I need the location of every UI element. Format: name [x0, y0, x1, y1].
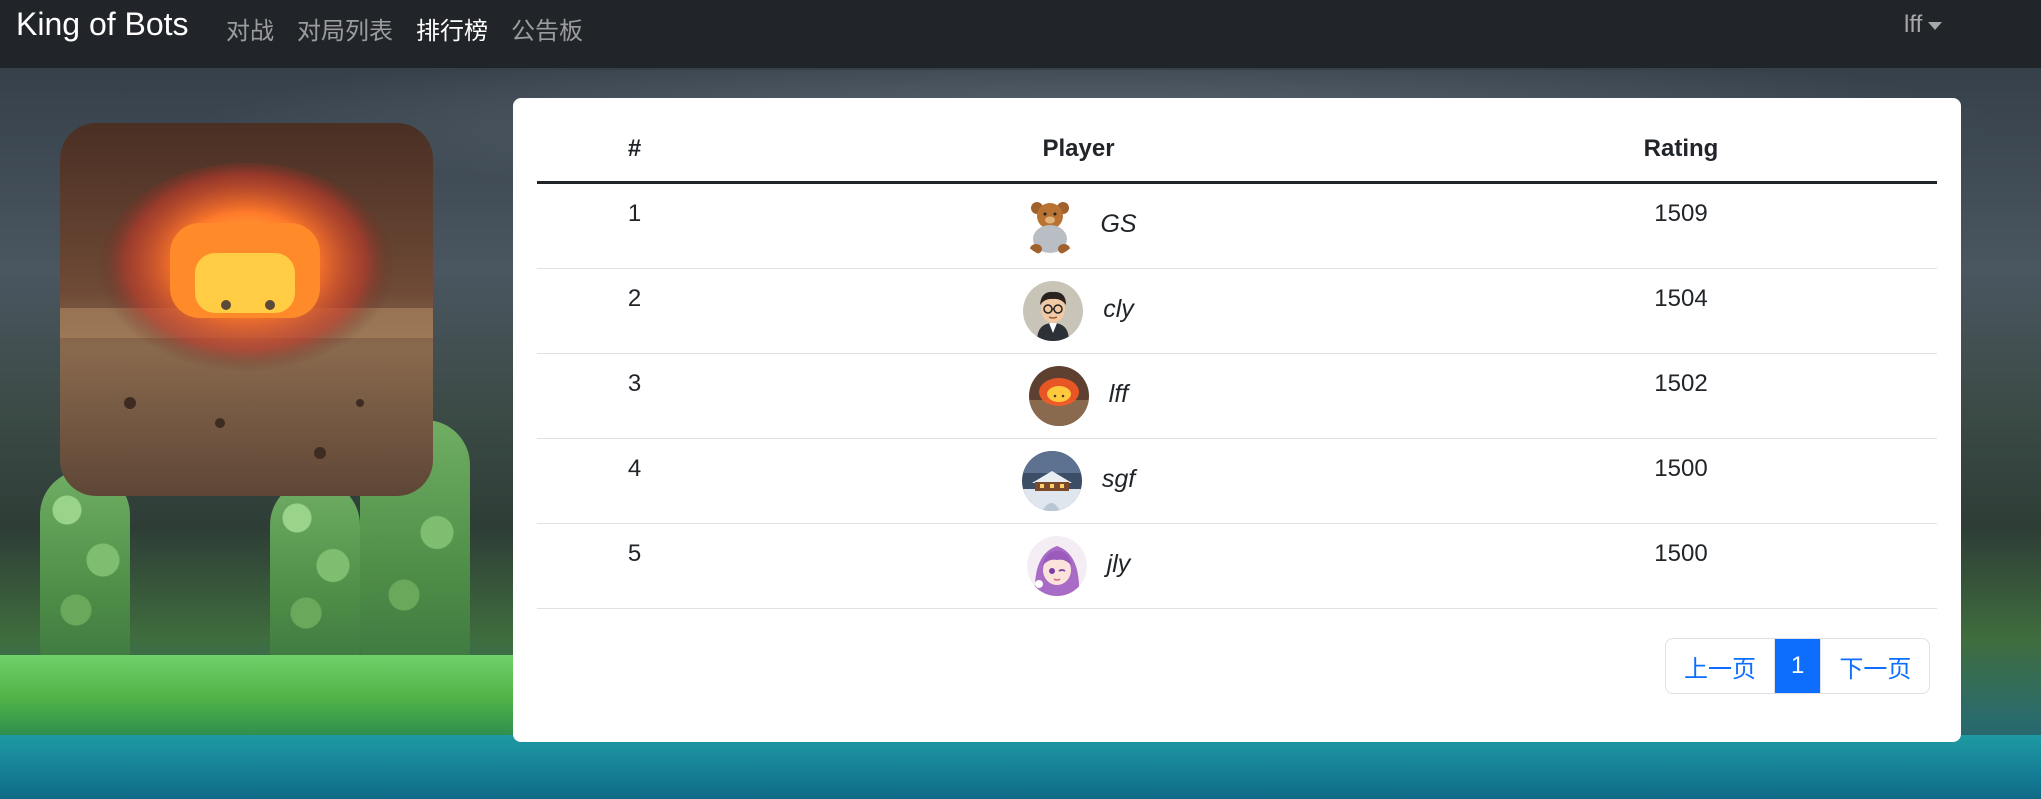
rank-cell: 2: [627, 285, 642, 312]
prev-page-button[interactable]: 上一页: [1666, 639, 1774, 693]
cartoon-man-avatar: [1023, 281, 1084, 341]
rating-cell: 1500: [1654, 540, 1708, 567]
rank-cell: 5: [627, 540, 642, 567]
player-cell: sgf: [732, 439, 1425, 523]
rating-cell: 1502: [1654, 370, 1708, 397]
header-rank: #: [627, 134, 642, 162]
anime-girl-avatar: [1026, 536, 1087, 596]
snowy-house-avatar: [1021, 451, 1082, 511]
brand-logo[interactable]: King of Bots: [16, 6, 189, 43]
rating-cell: 1509: [1654, 200, 1708, 227]
player-cell: cly: [732, 269, 1425, 353]
player-cell: GS: [732, 184, 1425, 268]
page-1-button[interactable]: 1: [1774, 639, 1821, 693]
nav-link-ranklist[interactable]: 排行榜: [416, 11, 488, 46]
player-name: cly: [1103, 295, 1134, 323]
rank-cell: 4: [627, 455, 642, 482]
user-dropdown[interactable]: lff: [1904, 11, 1943, 39]
table-row: 4 sgf 1500: [537, 439, 1937, 524]
pagination: 上一页 1 下一页: [1665, 638, 1931, 694]
ranklist-table: # Player Rating 1 GS 1509 2 cly 1504 3 l…: [537, 116, 1937, 609]
profile-photo: [60, 123, 433, 496]
nav-link-pk[interactable]: 对战: [226, 11, 274, 46]
header-player: Player: [1042, 134, 1115, 162]
player-cell: lff: [732, 354, 1425, 438]
player-name: sgf: [1101, 465, 1136, 493]
caret-down-icon[interactable]: [1928, 22, 1943, 30]
user-name[interactable]: lff: [1904, 11, 1922, 39]
player-cell: jly: [732, 524, 1425, 608]
next-page-button[interactable]: 下一页: [1820, 639, 1929, 693]
header-rating: Rating: [1643, 134, 1719, 162]
table-row: 2 cly 1504: [537, 269, 1937, 354]
ranklist-card: # Player Rating 1 GS 1509 2 cly 1504 3 l…: [513, 98, 1961, 742]
top-navbar: King of Bots 对战 对局列表 排行榜 公告板 lff: [0, 0, 2041, 68]
table-row: 3 lff 1502: [537, 354, 1937, 439]
rating-cell: 1504: [1654, 285, 1708, 312]
nav-link-notice[interactable]: 公告板: [511, 11, 583, 46]
player-name: lff: [1108, 380, 1129, 408]
rating-cell: 1500: [1654, 455, 1708, 482]
player-name: jly: [1106, 550, 1131, 578]
table-row: 5 jly 1500: [537, 524, 1937, 609]
table-row: 1 GS 1509: [537, 184, 1937, 269]
table-header: # Player Rating: [537, 116, 1937, 184]
calcifer-fire-avatar: [1028, 366, 1089, 426]
player-name: GS: [1100, 210, 1137, 238]
teddy-bear-avatar: [1020, 196, 1081, 256]
rank-cell: 1: [627, 200, 642, 227]
rank-cell: 3: [627, 370, 642, 397]
nav-link-record[interactable]: 对局列表: [297, 11, 393, 46]
nav-links: 对战 对局列表 排行榜 公告板: [226, 11, 583, 46]
